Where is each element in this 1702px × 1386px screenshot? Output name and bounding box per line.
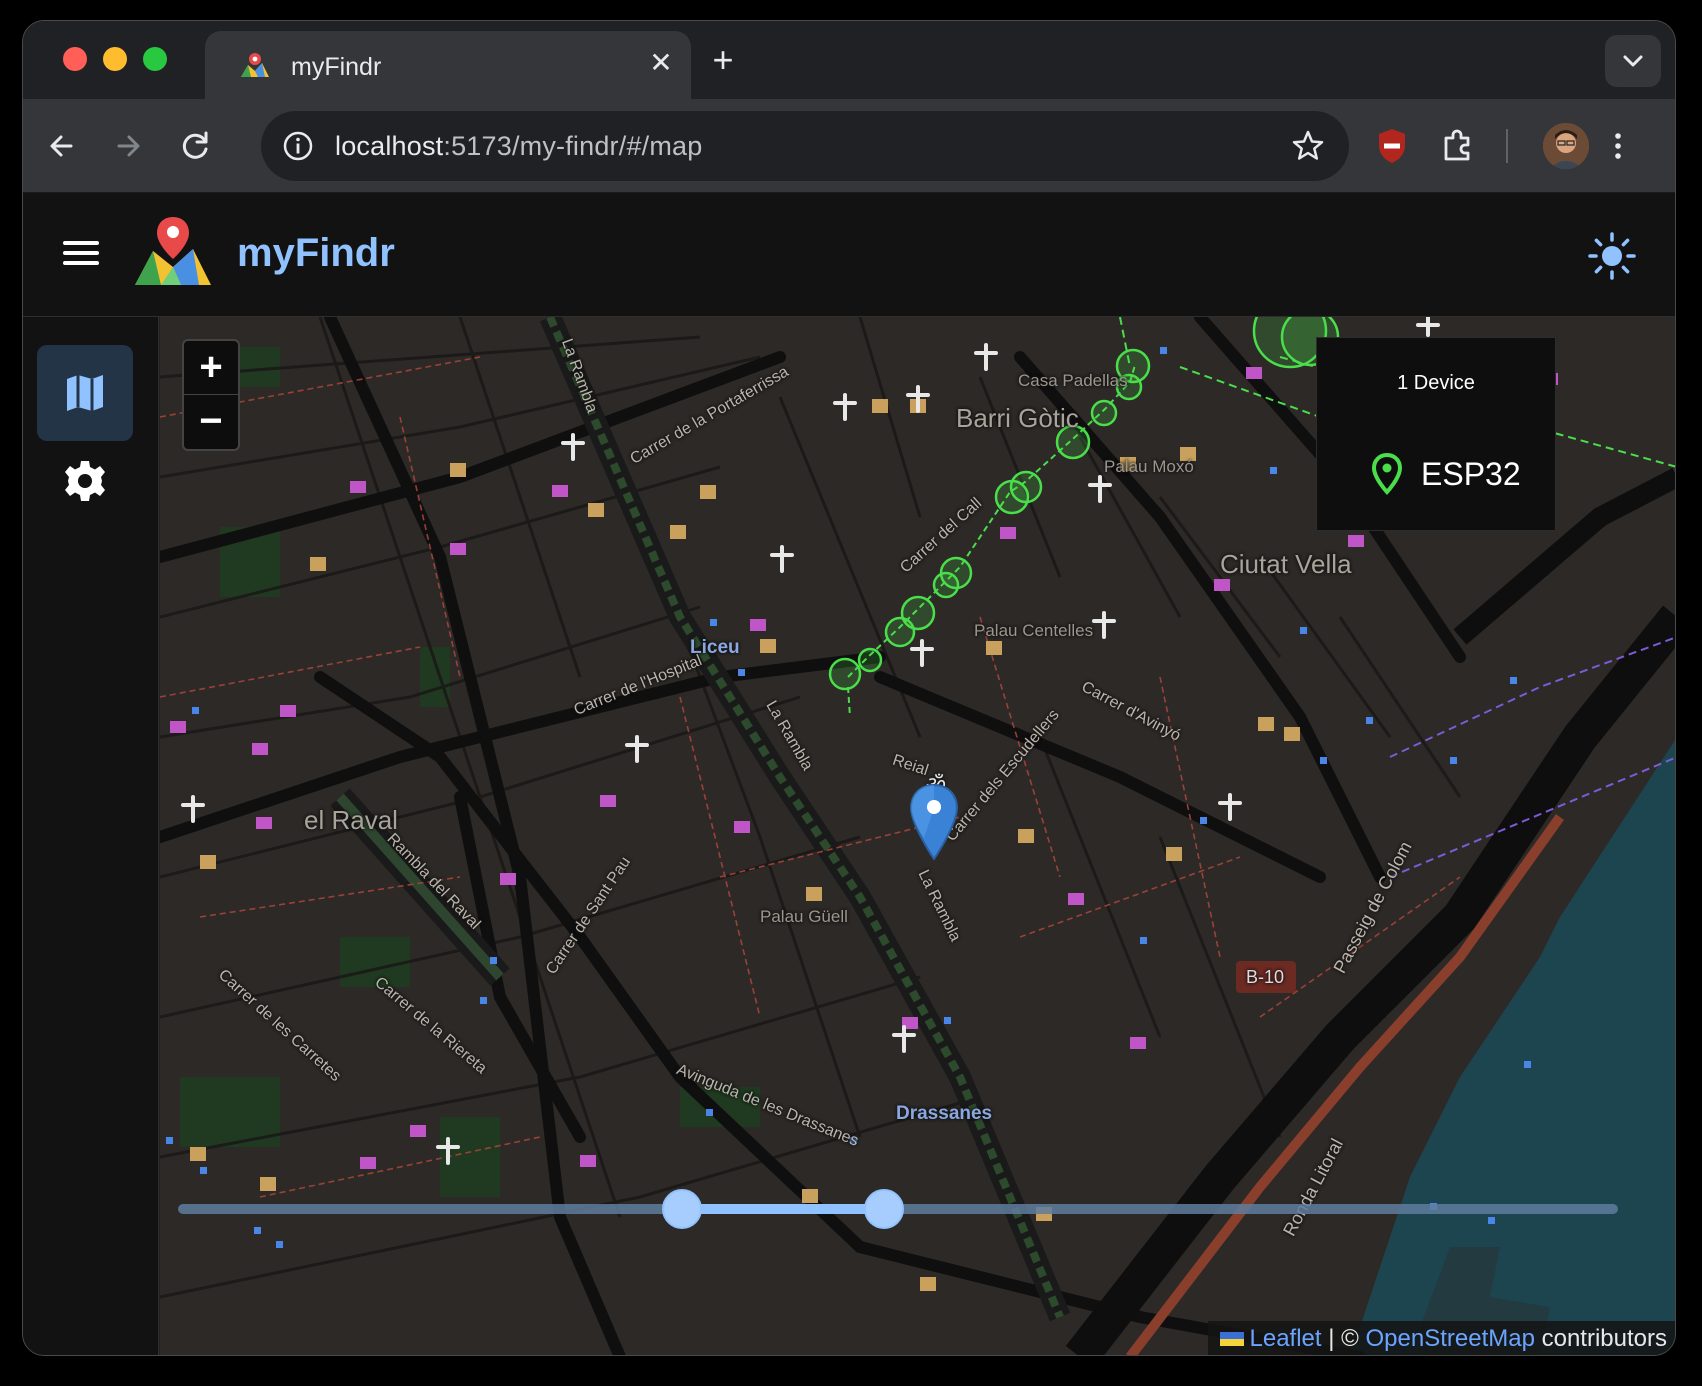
profile-photo-icon — [1543, 123, 1589, 169]
app-header: myFindr — [23, 193, 1675, 317]
app-logo — [135, 217, 211, 285]
label-palau-guell: Palau Güell — [760, 907, 848, 926]
map-attribution: Leaflet | © OpenStreetMap contributors — [1207, 1321, 1675, 1355]
toolbar-divider — [1506, 129, 1508, 163]
label-palau-centelles: Palau Centelles — [974, 621, 1094, 640]
location-pin-icon — [1371, 452, 1403, 495]
time-range-start-handle[interactable] — [662, 1189, 702, 1229]
url-text: localhost:5173/my-findr/#/map — [335, 131, 703, 162]
menu-icon[interactable] — [63, 235, 103, 275]
browser-menu-icon[interactable] — [1595, 123, 1641, 169]
ukraine-flag-icon — [1219, 1332, 1244, 1346]
maximize-window-button[interactable] — [143, 47, 167, 71]
map-view[interactable]: Barri Gòtic Ciutat Vella el Raval Liceu … — [160, 317, 1675, 1355]
attribution-separator: | © — [1321, 1325, 1366, 1352]
app-favicon-icon — [241, 53, 269, 77]
theme-toggle-sun-icon[interactable] — [1587, 231, 1637, 281]
tab-close-icon[interactable]: ✕ — [643, 45, 679, 81]
devices-panel: 1 Device ESP32 — [1316, 337, 1556, 531]
browser-window: myFindr ✕ + localhost:5173/my-findr/#/ma… — [22, 20, 1676, 1356]
label-palau-moxo: Palau Moxó — [1104, 457, 1194, 476]
side-navigation — [23, 317, 159, 1355]
profile-avatar[interactable] — [1543, 123, 1589, 169]
label-drassanes: Drassanes — [896, 1103, 993, 1124]
map-icon — [67, 375, 103, 411]
shield-extension-icon[interactable] — [1369, 123, 1415, 169]
tab-strip: myFindr ✕ + — [23, 21, 1675, 99]
new-tab-button[interactable]: + — [703, 41, 743, 81]
label-el-raval: el Raval — [304, 805, 398, 835]
nav-settings[interactable] — [37, 433, 133, 529]
label-ciutat-vella: Ciutat Vella — [1220, 549, 1352, 579]
label-b10: B-10 — [1246, 967, 1285, 987]
browser-toolbar: localhost:5173/my-findr/#/map — [23, 99, 1675, 193]
settings-gear-icon — [65, 461, 105, 501]
url-path: :5173/my-findr/#/map — [443, 131, 703, 161]
forward-arrow-icon[interactable] — [103, 121, 153, 171]
tab-title: myFindr — [291, 53, 382, 81]
openstreetmap-link[interactable]: OpenStreetMap — [1366, 1325, 1535, 1352]
device-item-esp32[interactable]: ESP32 — [1317, 450, 1555, 500]
attribution-suffix: contributors — [1534, 1325, 1667, 1352]
leaflet-link[interactable]: Leaflet — [1250, 1325, 1322, 1352]
time-range-selection[interactable] — [682, 1204, 884, 1214]
reload-icon[interactable] — [171, 121, 221, 171]
minimize-window-button[interactable] — [103, 47, 127, 71]
address-bar[interactable]: localhost:5173/my-findr/#/map — [261, 111, 1349, 181]
url-host: localhost — [335, 131, 444, 161]
bookmark-star-icon[interactable] — [1289, 127, 1327, 165]
chevron-down-icon — [1623, 55, 1643, 67]
close-window-button[interactable] — [63, 47, 87, 71]
time-range-end-handle[interactable] — [863, 1189, 904, 1229]
extensions-puzzle-icon[interactable] — [1435, 123, 1481, 169]
device-name: ESP32 — [1421, 456, 1521, 492]
zoom-in-button[interactable]: + — [184, 341, 238, 395]
tab-myfindr[interactable]: myFindr ✕ — [205, 31, 691, 99]
back-arrow-icon[interactable] — [37, 121, 87, 171]
device-count: 1 Device — [1397, 372, 1475, 394]
tab-search-button[interactable] — [1605, 35, 1661, 87]
zoom-control: + − — [182, 339, 240, 451]
nav-map[interactable] — [37, 345, 133, 441]
label-barri-gotic: Barri Gòtic — [956, 403, 1079, 433]
device-location-marker[interactable] — [908, 783, 960, 863]
label-casa-padellas: Casa Padellas — [1018, 371, 1128, 390]
zoom-out-button[interactable]: − — [184, 395, 238, 449]
site-info-icon[interactable] — [281, 129, 315, 163]
app-title: myFindr — [237, 231, 395, 275]
